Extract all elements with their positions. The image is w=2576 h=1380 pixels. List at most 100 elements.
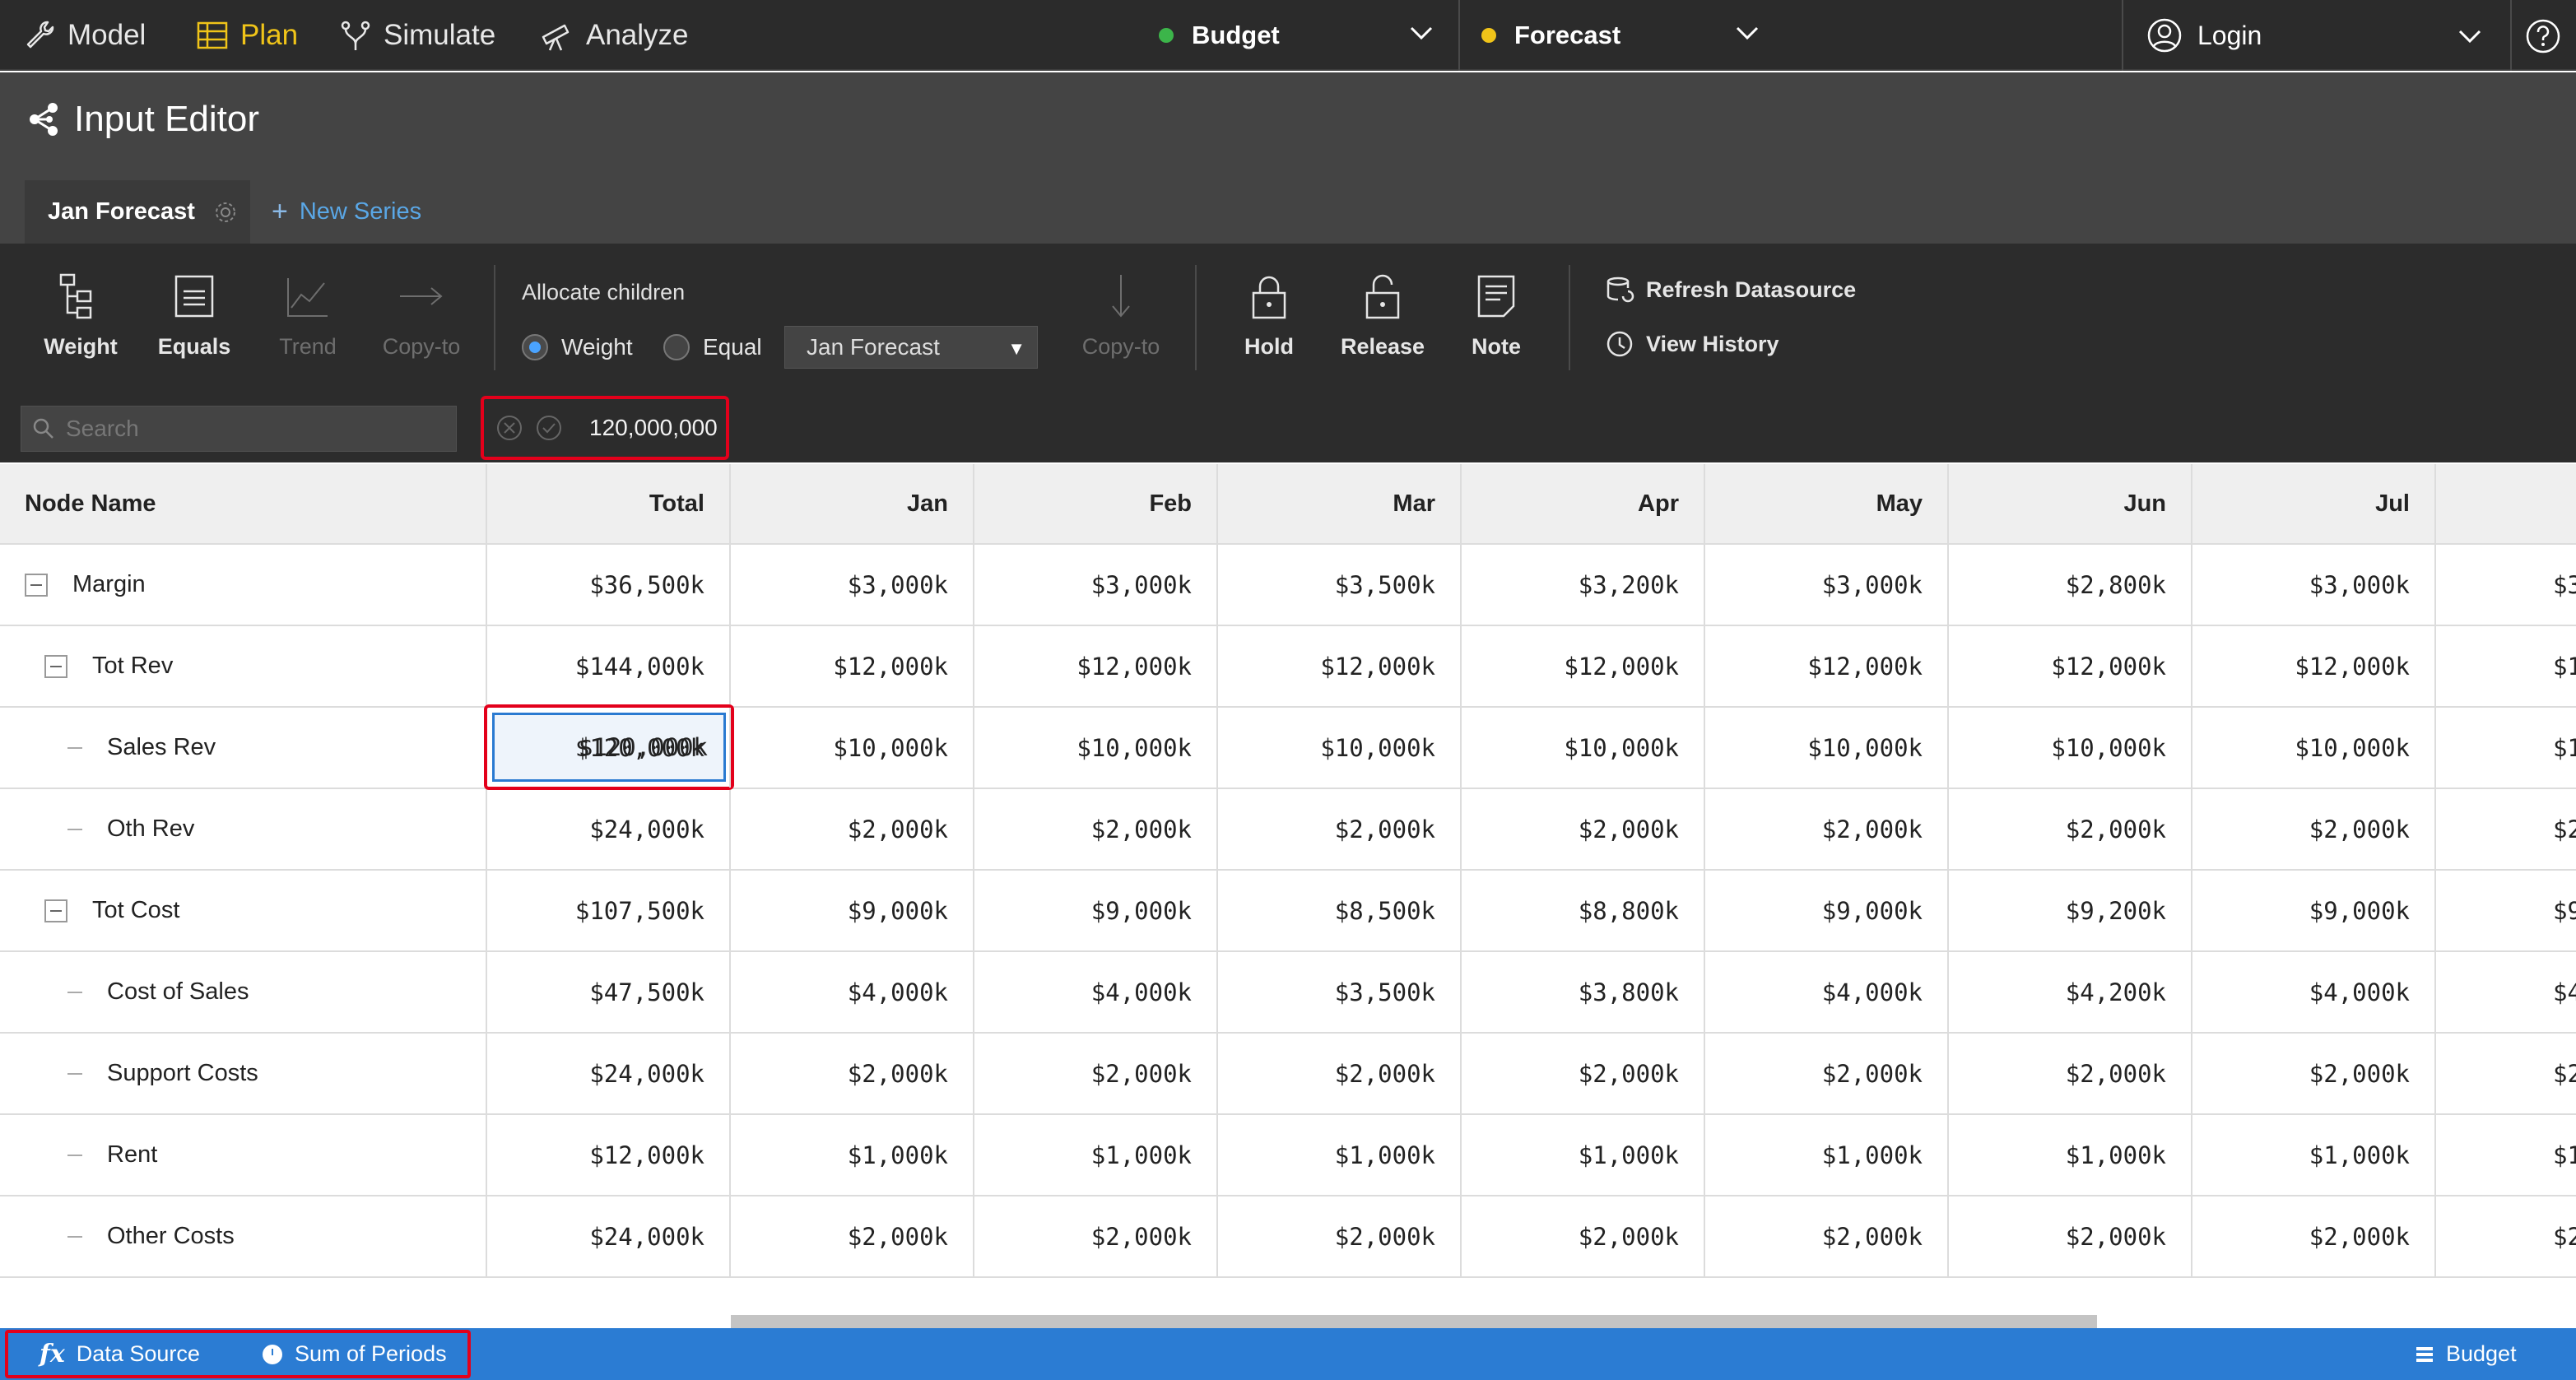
nav-model[interactable]: Model: [23, 0, 146, 71]
chevron-down-icon[interactable]: [1735, 25, 1760, 41]
value-cell[interactable]: $10,000k: [2192, 708, 2436, 788]
value-cell[interactable]: $3,000k: [731, 545, 974, 625]
radio-weight[interactable]: Weight: [522, 334, 633, 360]
table-row[interactable]: Oth Rev $24,000k $2,000k $2,000k $2,000k $2,0…: [0, 789, 2576, 871]
value-cell[interactable]: $10,000k: [1462, 708, 1705, 788]
collapse-icon[interactable]: [44, 899, 67, 922]
value-cell[interactable]: $2,000k: [1462, 1196, 1705, 1276]
data-source-button[interactable]: fx Data Source: [40, 1328, 200, 1380]
table-row[interactable]: Tot Cost $107,500k $9,000k $9,000k $8,500k $8…: [0, 871, 2576, 952]
value-cell[interactable]: $2,000k: [974, 1034, 1218, 1113]
value-cell[interactable]: $2,000k: [1949, 789, 2192, 869]
value-cell[interactable]: $9,000k: [974, 871, 1218, 950]
hold-button[interactable]: Hold: [1220, 272, 1318, 360]
value-cell[interactable]: $2,000k: [1218, 1034, 1462, 1113]
header-jun[interactable]: Jun: [1949, 464, 2192, 543]
value-cell[interactable]: $10,000k: [974, 708, 1218, 788]
value-cell[interactable]: $12,000k: [1218, 626, 1462, 706]
value-cell[interactable]: $1,000k: [1949, 1115, 2192, 1195]
value-cell[interactable]: $12,000k: [731, 626, 974, 706]
weight-button[interactable]: Weight: [31, 272, 130, 360]
value-cell[interactable]: $1,000k: [1462, 1115, 1705, 1195]
tab-jan-forecast[interactable]: Jan Forecast: [25, 180, 250, 244]
note-button[interactable]: Note: [1447, 272, 1546, 360]
table-row[interactable]: Tot Rev $144,000k $12,000k $12,000k $12,000k…: [0, 626, 2576, 708]
chevron-down-icon[interactable]: [2457, 28, 2482, 44]
value-cell[interactable]: $2,000k: [731, 789, 974, 869]
header-feb[interactable]: Feb: [974, 464, 1218, 543]
value-cell[interactable]: $12,000k: [974, 626, 1218, 706]
value-cell[interactable]: $2,000k: [974, 789, 1218, 869]
total-cell[interactable]: $24,000k: [487, 1196, 731, 1276]
total-cell[interactable]: $144,000k: [487, 626, 731, 706]
table-row[interactable]: Cost of Sales $47,500k $4,000k $4,000k $3,50…: [0, 952, 2576, 1034]
value-cell[interactable]: $3,200k: [1462, 545, 1705, 625]
edit-value[interactable]: 120,000,000: [589, 415, 718, 441]
value-cell[interactable]: $1: [2436, 1115, 2576, 1195]
horizontal-scrollbar-thumb[interactable]: [731, 1315, 2097, 1328]
budget-status[interactable]: Budget: [2415, 1328, 2517, 1380]
value-cell[interactable]: $2,000k: [1949, 1034, 2192, 1113]
total-cell[interactable]: $120,000k: [487, 708, 731, 788]
value-cell[interactable]: $2,000k: [1462, 1034, 1705, 1113]
value-cell[interactable]: $1,000k: [1218, 1115, 1462, 1195]
node-name-cell[interactable]: Margin: [0, 545, 487, 625]
total-cell[interactable]: $36,500k: [487, 545, 731, 625]
value-cell[interactable]: $2,000k: [1949, 1196, 2192, 1276]
value-cell[interactable]: $4,000k: [1705, 952, 1949, 1032]
total-cell[interactable]: $24,000k: [487, 789, 731, 869]
value-cell[interactable]: $4,000k: [731, 952, 974, 1032]
value-cell[interactable]: $2,000k: [974, 1196, 1218, 1276]
value-cell[interactable]: $2,000k: [2192, 1196, 2436, 1276]
search-input[interactable]: Search: [21, 406, 457, 452]
value-cell[interactable]: $9,000k: [1705, 871, 1949, 950]
node-name-cell[interactable]: Support Costs: [0, 1034, 487, 1113]
header-mar[interactable]: Mar: [1218, 464, 1462, 543]
header-jul[interactable]: Jul: [2192, 464, 2436, 543]
value-cell[interactable]: $1,000k: [974, 1115, 1218, 1195]
value-cell[interactable]: $10,000k: [1949, 708, 2192, 788]
value-cell[interactable]: $2,000k: [731, 1034, 974, 1113]
value-cell[interactable]: $9,000k: [731, 871, 974, 950]
node-name-cell[interactable]: Tot Cost: [0, 871, 487, 950]
value-cell[interactable]: $2,000k: [2192, 1034, 2436, 1113]
node-name-cell[interactable]: Tot Rev: [0, 626, 487, 706]
table-row[interactable]: Other Costs $24,000k $2,000k $2,000k $2,000k…: [0, 1196, 2576, 1278]
gear-icon[interactable]: [213, 200, 238, 225]
value-cell[interactable]: $2,000k: [1218, 1196, 1462, 1276]
value-cell[interactable]: $4,000k: [974, 952, 1218, 1032]
value-cell[interactable]: $3,000k: [1705, 545, 1949, 625]
sum-of-periods-button[interactable]: Sum of Periods: [262, 1328, 447, 1380]
value-cell[interactable]: $2,000k: [1705, 1034, 1949, 1113]
release-button[interactable]: Release: [1333, 272, 1432, 360]
table-row[interactable]: Margin $36,500k $3,000k $3,000k $3,500k $3,20…: [0, 545, 2576, 626]
total-cell[interactable]: $12,000k: [487, 1115, 731, 1195]
value-cell[interactable]: $2: [2436, 1034, 2576, 1113]
table-row[interactable]: Sales Rev $120,000k $10,000k $10,000k $10,00…: [0, 708, 2576, 789]
nav-analyze[interactable]: Analyze: [540, 0, 689, 71]
value-cell[interactable]: $9,200k: [1949, 871, 2192, 950]
header-total[interactable]: Total: [487, 464, 731, 543]
value-cell[interactable]: $9,000k: [2192, 871, 2436, 950]
value-edit-box[interactable]: 120,000,000: [481, 396, 729, 460]
total-cell[interactable]: $24,000k: [487, 1034, 731, 1113]
header-may[interactable]: May: [1705, 464, 1949, 543]
equals-button[interactable]: Equals: [145, 272, 244, 360]
node-name-cell[interactable]: Sales Rev: [0, 708, 487, 788]
budget-selector[interactable]: Budget: [1159, 0, 1280, 71]
collapse-icon[interactable]: [25, 573, 48, 597]
series-select[interactable]: Jan Forecast ▼: [784, 326, 1038, 369]
value-cell[interactable]: $3,500k: [1218, 952, 1462, 1032]
node-name-cell[interactable]: Rent: [0, 1115, 487, 1195]
value-cell[interactable]: $2,000k: [1705, 789, 1949, 869]
value-cell[interactable]: $12,000k: [1705, 626, 1949, 706]
value-cell[interactable]: $12,000k: [1462, 626, 1705, 706]
total-cell[interactable]: $107,500k: [487, 871, 731, 950]
collapse-icon[interactable]: [44, 654, 67, 678]
value-cell[interactable]: $10,000k: [1705, 708, 1949, 788]
value-cell[interactable]: $2,000k: [731, 1196, 974, 1276]
copy-to-button[interactable]: Copy-to: [372, 272, 471, 360]
value-cell[interactable]: $12,000k: [1949, 626, 2192, 706]
cancel-icon[interactable]: [495, 414, 523, 442]
value-cell[interactable]: $4,200k: [1949, 952, 2192, 1032]
